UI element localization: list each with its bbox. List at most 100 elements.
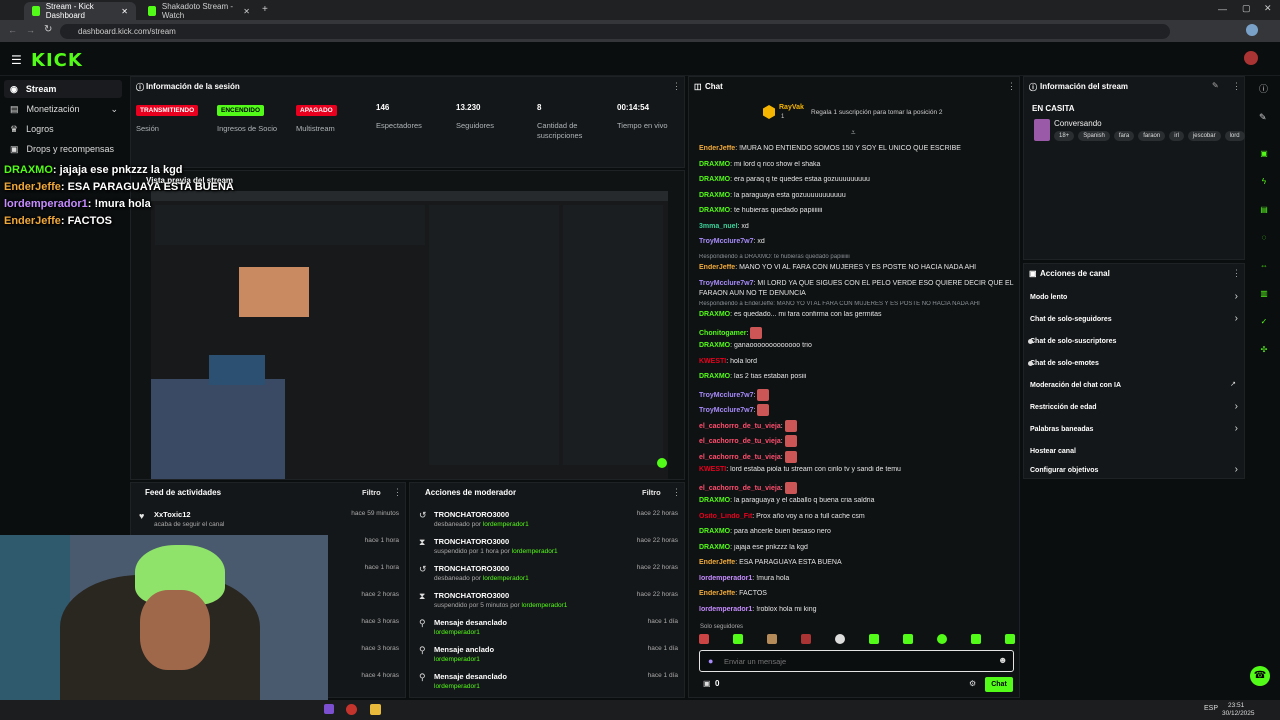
maximize-icon[interactable]: ▢ — [1242, 3, 1251, 14]
chat-username[interactable]: EnderJeffe — [699, 264, 735, 271]
emoji-icon[interactable]: ☻ — [998, 655, 1007, 665]
chat-username[interactable]: DRAXMO — [699, 176, 730, 183]
sidebar-item-logros[interactable]: ♛ Logros — [4, 120, 122, 138]
info-icon[interactable]: ⓘ — [1259, 82, 1268, 95]
chat-username[interactable]: Osito_Lindo_Fit — [699, 513, 752, 520]
chat-reply-context[interactable]: Respondiendo a DRAXMO: te hubieras queda… — [699, 254, 1015, 264]
chat-message[interactable]: DRAXMO: ganaooooooooooooo trio — [699, 342, 1015, 358]
profile-avatar[interactable] — [1246, 24, 1258, 36]
mod-action-item[interactable]: ⚲ Mensaje anclado lordemperador1 hace 1 … — [410, 642, 686, 669]
more-options-icon[interactable]: ⋮ — [393, 487, 402, 498]
top-gifter-name[interactable]: RayVak — [779, 104, 804, 111]
chat-message[interactable]: 3mma_nuel: xd — [699, 223, 1015, 239]
chat-username[interactable]: DRAXMO — [699, 192, 730, 199]
chat-message[interactable]: DRAXMO: es quedado... mi fara confirma c… — [699, 311, 1015, 327]
channel-action-item[interactable]: Hostear canal — [1030, 444, 1242, 463]
chat-username[interactable]: el_cachorro_de_tu_vieja — [699, 438, 781, 445]
chat-message[interactable]: DRAXMO: las 2 tias estaban posiii — [699, 373, 1015, 389]
chat-reply-context[interactable]: Respondiendo a EnderJeffe: MANO YO VI AL… — [699, 301, 1015, 311]
chat-username[interactable]: TroyMcclure7w7 — [699, 238, 753, 245]
language-indicator[interactable]: ESP — [1204, 705, 1218, 712]
mod-action-by[interactable]: lordemperador1 — [434, 629, 480, 636]
channel-action-item[interactable]: Restricción de edad › — [1030, 400, 1242, 422]
chat-message[interactable]: Chonitogamer: — [699, 326, 1015, 343]
chat-message[interactable]: TroyMcclure7w7: — [699, 388, 1015, 405]
chat-message[interactable]: DRAXMO: la paraguaya esta gozuuuuuuuuuuu — [699, 192, 1015, 208]
chat-username[interactable]: KWESTI — [699, 358, 726, 365]
chat-message[interactable]: el_cachorro_de_tu_vieja: — [699, 419, 1015, 436]
channel-action-item[interactable]: Configurar objetivos › — [1030, 463, 1242, 485]
stream-tag[interactable]: irl — [1169, 131, 1184, 141]
scene-icon[interactable]: ▣ — [1257, 146, 1271, 160]
category-name[interactable]: Conversando — [1054, 119, 1102, 128]
channel-action-item[interactable]: Chat de solo-seguidores › — [1030, 312, 1242, 334]
mod-action-by[interactable]: lordemperador1 — [512, 548, 558, 555]
wrench-icon[interactable]: ✓ — [1257, 314, 1271, 328]
chat-message[interactable]: lordemperador1: !mura hola — [699, 575, 1015, 591]
chat-message[interactable]: EnderJeffe: ESA PARAGUAYA ESTA BUENA — [699, 559, 1015, 575]
expand-icon[interactable]: ⇔ — [1257, 258, 1271, 272]
chat-username[interactable]: el_cachorro_de_tu_vieja — [699, 484, 781, 491]
app-icon[interactable] — [324, 704, 334, 714]
stream-tag[interactable]: faraon — [1138, 131, 1166, 141]
settings-gear-icon[interactable]: ⚙ — [969, 679, 976, 688]
chat-input-box[interactable]: ● ☻ — [699, 650, 1014, 672]
chat-message[interactable]: lordemperador1: !roblox hola mi king — [699, 606, 1015, 622]
chat-username[interactable]: lordemperador1 — [699, 575, 752, 582]
mod-action-item[interactable]: ↺ TRONCHATORO3000 desbaneado por lordemp… — [410, 561, 686, 588]
chat-message[interactable]: TroyMcclure7w7: xd — [699, 238, 1015, 254]
lightning-icon[interactable]: ϟ — [1257, 174, 1271, 188]
channel-action-item[interactable]: Palabras baneadas › — [1030, 422, 1242, 444]
chat-message[interactable]: el_cachorro_de_tu_vieja: — [699, 435, 1015, 451]
chat-message[interactable]: el_cachorro_de_tu_vieja: — [699, 450, 1015, 467]
channel-action-item[interactable]: Modo lento › — [1030, 290, 1242, 312]
stream-tag[interactable]: Spanish — [1078, 131, 1110, 141]
mod-action-by[interactable]: lordemperador1 — [483, 575, 529, 582]
stream-tag[interactable]: fara — [1113, 131, 1135, 141]
chat-message[interactable]: Osito_Lindo_Fit: Prox año voy a rio a fu… — [699, 513, 1015, 529]
chat-username[interactable]: DRAXMO — [699, 342, 730, 349]
mod-action-item[interactable]: ⧗ TRONCHATORO3000 suspendido por 1 hora … — [410, 534, 686, 561]
chat-username[interactable]: el_cachorro_de_tu_vieja — [699, 422, 781, 429]
stream-tag[interactable]: jescobar — [1187, 131, 1221, 141]
mod-action-item[interactable]: ⚲ Mensaje desanclado lordemperador1 hace… — [410, 615, 686, 642]
clock-date[interactable]: 30/12/2025 — [1222, 710, 1255, 717]
chat-username[interactable]: Chonitogamer — [699, 329, 746, 336]
chat-message[interactable]: DRAXMO: para ahcerle buen besaso nero — [699, 528, 1015, 544]
chat-message[interactable]: EnderJeffe: FACTOS — [699, 590, 1015, 606]
chat-username[interactable]: lordemperador1 — [699, 606, 752, 613]
mod-action-by[interactable]: lordemperador1 — [434, 683, 480, 690]
plugin-icon[interactable]: ✣ — [1257, 342, 1271, 356]
chat-username[interactable]: el_cachorro_de_tu_vieja — [699, 453, 781, 460]
mod-action-item[interactable]: ⚲ Mensaje desanclado lordemperador1 hace… — [410, 669, 686, 696]
channel-action-item[interactable]: Chat de solo-emotes — [1030, 356, 1242, 378]
browser-tab-stream[interactable]: Stream - Kick Dashboard ✕ — [24, 2, 136, 20]
more-options-icon[interactable]: ⋮ — [672, 81, 681, 92]
chat-username[interactable]: TroyMcclure7w7 — [699, 391, 753, 398]
send-chat-button[interactable]: Chat — [985, 677, 1013, 692]
emote-bar[interactable] — [699, 634, 1015, 646]
chat-username[interactable]: DRAXMO — [699, 544, 730, 551]
forward-icon[interactable]: → — [26, 25, 35, 35]
edit-pencil-icon[interactable]: ✎ — [1212, 81, 1219, 90]
help-chat-icon[interactable]: ☎ — [1250, 666, 1270, 686]
gift-sub-text[interactable]: Regala 1 suscripción para tomar la posic… — [811, 109, 943, 116]
sidebar-item-stream[interactable]: ◉ Stream — [4, 80, 122, 98]
mod-action-item[interactable]: ⧗ TRONCHATORO3000 suspendido por 5 minut… — [410, 588, 686, 615]
new-tab-icon[interactable]: + — [262, 4, 268, 15]
chat-username[interactable]: EnderJeffe — [699, 590, 735, 597]
chat-message[interactable]: EnderJeffe: !MURA NO ENTIENDO SOMOS 150 … — [699, 145, 1015, 161]
chat-message[interactable]: DRAXMO: te hubieras quedado papiiiiiii — [699, 207, 1015, 223]
chat-username[interactable]: 3mma_nuel — [699, 223, 738, 230]
channel-action-item[interactable]: Chat de solo-suscriptores — [1030, 334, 1242, 356]
chat-message[interactable]: TroyMcclure7w7: — [699, 404, 1015, 420]
stream-tag[interactable]: 18+ — [1054, 131, 1075, 141]
mod-action-by[interactable]: lordemperador1 — [521, 602, 567, 609]
channel-action-item[interactable]: Moderación del chat con IA ↗ — [1030, 378, 1242, 400]
document-icon[interactable]: ▤ — [1257, 202, 1271, 216]
chat-username[interactable]: DRAXMO — [699, 528, 730, 535]
chat-username[interactable]: TroyMcclure7w7 — [699, 407, 753, 414]
sidebar-item-drops[interactable]: ▣ Drops y recompensas — [4, 140, 122, 158]
chat-username[interactable]: TroyMcclure7w7 — [699, 280, 753, 287]
chat-username[interactable]: DRAXMO — [699, 161, 730, 168]
